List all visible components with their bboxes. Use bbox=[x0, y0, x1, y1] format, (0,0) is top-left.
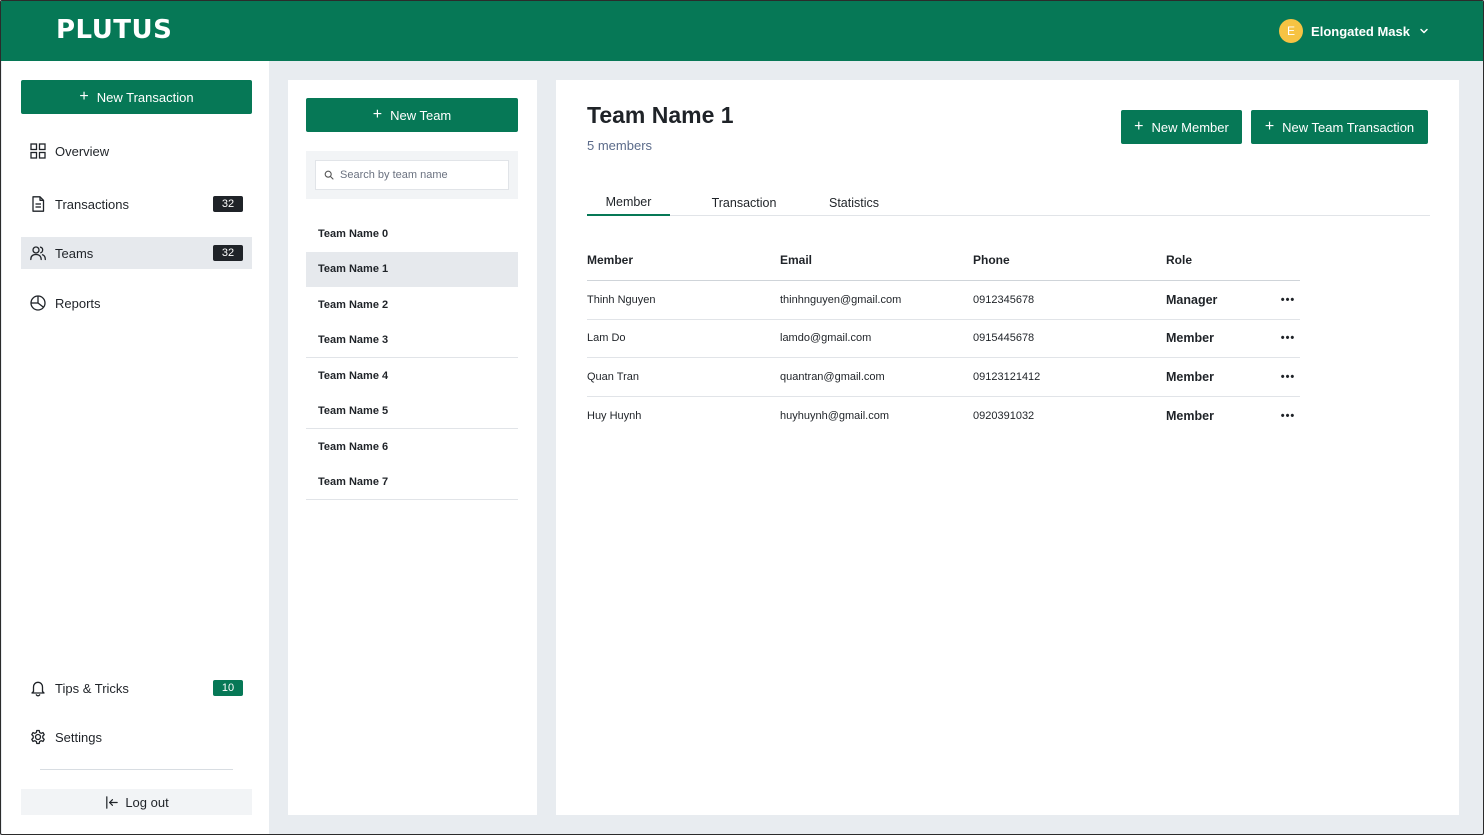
sidebar-item-label: Settings bbox=[55, 729, 102, 745]
member-role: Member bbox=[1166, 408, 1214, 423]
member-role: Member bbox=[1166, 331, 1214, 346]
avatar: E bbox=[1279, 19, 1304, 43]
column-header-phone: Phone bbox=[973, 253, 1010, 267]
member-email: huyhuynh@gmail.com bbox=[780, 409, 889, 422]
tab-member[interactable]: Member bbox=[587, 190, 670, 216]
team-list: Team Name 0 Team Name 1 Team Name 2 Team… bbox=[306, 216, 518, 500]
logout-label: Log out bbox=[125, 794, 169, 810]
member-role: Manager bbox=[1166, 292, 1218, 307]
user-menu[interactable]: E Elongated Mask bbox=[1279, 19, 1430, 43]
member-name: Quan Tran bbox=[587, 370, 639, 383]
new-transaction-button[interactable]: + New Transaction bbox=[21, 80, 252, 114]
member-phone: 09123121412 bbox=[973, 370, 1041, 383]
more-options-icon[interactable]: ••• bbox=[1276, 294, 1300, 306]
team-list-item[interactable]: Team Name 2 bbox=[306, 287, 518, 323]
more-options-icon[interactable]: ••• bbox=[1276, 332, 1300, 344]
member-count: 5 members bbox=[587, 138, 653, 153]
team-list-item[interactable]: Team Name 7 bbox=[306, 465, 518, 500]
page-title: Team Name 1 bbox=[587, 102, 734, 128]
plus-icon: + bbox=[372, 106, 383, 123]
member-email: lamdo@gmail.com bbox=[780, 332, 872, 345]
bell-icon bbox=[31, 681, 45, 697]
grid-icon bbox=[30, 143, 46, 159]
plus-icon: + bbox=[79, 88, 89, 105]
pie-chart-icon bbox=[30, 295, 46, 311]
users-icon bbox=[30, 246, 46, 261]
member-name: Thinh Nguyen bbox=[587, 293, 656, 306]
new-team-label: New Team bbox=[390, 107, 452, 123]
member-role: Member bbox=[1166, 369, 1214, 384]
member-email: quantran@gmail.com bbox=[780, 370, 885, 383]
column-header-member: Member bbox=[587, 253, 634, 267]
new-team-transaction-label: New Team Transaction bbox=[1282, 119, 1415, 135]
member-name: Huy Huynh bbox=[587, 409, 642, 422]
sidebar-divider bbox=[40, 769, 233, 770]
tab-statistics[interactable]: Statistics bbox=[818, 190, 890, 216]
column-header-role: Role bbox=[1166, 253, 1193, 267]
search-icon bbox=[324, 170, 334, 180]
logout-icon bbox=[106, 795, 119, 809]
team-list-item[interactable]: Team Name 6 bbox=[306, 429, 518, 465]
teams-panel: + New Team Team Name 0 Team Name 1 Team … bbox=[288, 80, 537, 815]
transactions-count-badge: 32 bbox=[213, 196, 243, 212]
sidebar-item-label: Tips & Tricks bbox=[55, 680, 129, 696]
sidebar: + New Transaction Overview Transactions … bbox=[2, 61, 269, 834]
team-search bbox=[306, 151, 518, 199]
sidebar-item-label: Overview bbox=[55, 143, 110, 159]
sidebar-item-label: Transactions bbox=[55, 196, 129, 212]
app-logo: PLUTUS bbox=[56, 15, 173, 45]
team-list-item[interactable]: Team Name 3 bbox=[306, 323, 518, 358]
sidebar-item-settings[interactable]: Settings bbox=[21, 721, 252, 753]
team-list-item-selected[interactable]: Team Name 1 bbox=[306, 251, 518, 287]
table-row: Lam Do lamdo@gmail.com 0915445678 Member… bbox=[587, 320, 1300, 358]
team-list-item[interactable]: Team Name 4 bbox=[306, 358, 518, 394]
member-phone: 0912345678 bbox=[973, 293, 1035, 306]
team-detail-panel: Team Name 1 5 members + New Member + New… bbox=[556, 80, 1459, 815]
new-team-transaction-button[interactable]: + New Team Transaction bbox=[1251, 110, 1428, 144]
column-header-email: Email bbox=[780, 253, 813, 267]
member-phone: 0915445678 bbox=[973, 332, 1035, 345]
member-name: Lam Do bbox=[587, 332, 626, 345]
team-list-item[interactable]: Team Name 0 bbox=[306, 216, 518, 252]
tab-bar: Member Transaction Statistics bbox=[587, 190, 1430, 216]
team-list-item[interactable]: Team Name 5 bbox=[306, 394, 518, 429]
table-row: Quan Tran quantran@gmail.com 09123121412… bbox=[587, 358, 1300, 397]
tips-count-badge: 10 bbox=[213, 680, 243, 696]
new-member-button[interactable]: + New Member bbox=[1121, 110, 1242, 144]
sidebar-item-reports[interactable]: Reports bbox=[21, 287, 252, 319]
tab-transaction[interactable]: Transaction bbox=[670, 190, 818, 216]
top-bar: PLUTUS E Elongated Mask bbox=[1, 1, 1483, 61]
more-options-icon[interactable]: ••• bbox=[1276, 371, 1300, 383]
sidebar-item-overview[interactable]: Overview bbox=[21, 135, 252, 167]
sidebar-item-transactions[interactable]: Transactions 32 bbox=[21, 188, 252, 220]
new-member-label: New Member bbox=[1151, 119, 1229, 135]
member-email: thinhnguyen@gmail.com bbox=[780, 293, 902, 306]
table-header: Member Email Phone Role bbox=[587, 240, 1300, 281]
sidebar-item-tips[interactable]: Tips & Tricks 10 bbox=[21, 672, 252, 704]
gear-icon bbox=[31, 729, 45, 745]
search-box bbox=[315, 160, 509, 190]
search-input[interactable] bbox=[340, 169, 500, 181]
new-team-button[interactable]: + New Team bbox=[306, 98, 518, 132]
table-row: Thinh Nguyen thinhnguyen@gmail.com 09123… bbox=[587, 281, 1300, 320]
plus-icon: + bbox=[1264, 118, 1275, 135]
document-icon bbox=[32, 196, 45, 212]
members-table: Member Email Phone Role Thinh Nguyen thi… bbox=[587, 240, 1300, 435]
sidebar-item-label: Teams bbox=[55, 245, 94, 261]
teams-count-badge: 32 bbox=[213, 245, 243, 261]
sidebar-item-label: Reports bbox=[55, 295, 101, 311]
user-name: Elongated Mask bbox=[1311, 23, 1410, 39]
app-window: PLUTUS E Elongated Mask + New Transactio… bbox=[0, 0, 1484, 835]
plus-icon: + bbox=[1134, 118, 1144, 135]
logout-button[interactable]: Log out bbox=[21, 789, 252, 815]
chevron-down-icon bbox=[1420, 28, 1428, 34]
member-phone: 0920391032 bbox=[973, 409, 1035, 422]
table-row: Huy Huynh huyhuynh@gmail.com 0920391032 … bbox=[587, 397, 1300, 436]
sidebar-item-teams[interactable]: Teams 32 bbox=[21, 237, 252, 269]
new-transaction-label: New Transaction bbox=[96, 89, 194, 105]
more-options-icon[interactable]: ••• bbox=[1276, 410, 1300, 422]
